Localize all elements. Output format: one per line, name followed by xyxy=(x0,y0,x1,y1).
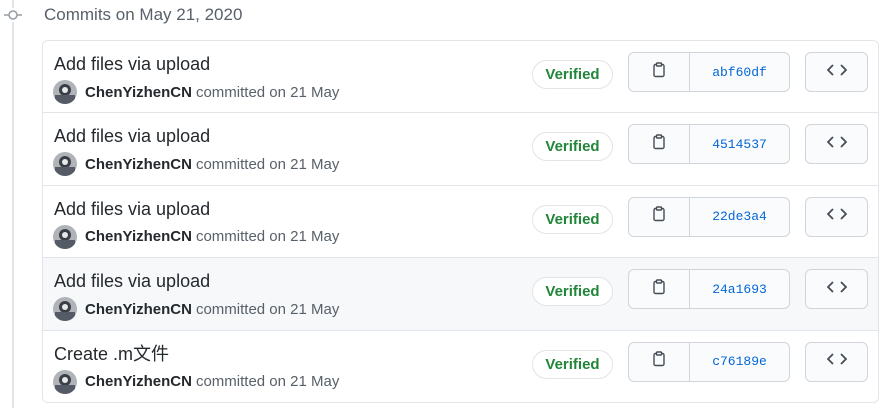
commit-title-link[interactable]: Add files via upload xyxy=(54,269,210,293)
commit-sha-link[interactable]: 22de3a4 xyxy=(690,198,789,236)
sha-button-group: 4514537 xyxy=(628,124,790,165)
clipboard-icon xyxy=(651,278,667,300)
commit-row: Add files via upload ChenYizhenCN commit… xyxy=(43,185,878,259)
verified-badge[interactable]: Verified xyxy=(532,277,613,307)
avatar[interactable] xyxy=(53,297,77,322)
author-link[interactable]: ChenYizhenCN xyxy=(85,301,192,318)
commit-sha-link[interactable]: 4514537 xyxy=(690,125,789,163)
browse-repo-button[interactable] xyxy=(805,269,868,310)
commit-date: committed on 21 May xyxy=(195,83,340,101)
code-icon xyxy=(826,135,847,154)
commit-row: Create .m文件 ChenYizhenCN committed on 21… xyxy=(43,330,878,402)
commit-title-link[interactable]: Add files via upload xyxy=(54,197,210,221)
commit-row: Add files via upload ChenYizhenCN commit… xyxy=(43,41,878,114)
clipboard-icon xyxy=(651,134,667,155)
code-icon xyxy=(826,207,847,226)
verified-badge[interactable]: Verified xyxy=(532,60,613,89)
commit-date: committed on 21 May xyxy=(195,228,340,246)
avatar[interactable] xyxy=(53,369,77,394)
commit-meta: ChenYizhenCN committed on 21 May xyxy=(53,224,339,250)
git-commit-icon xyxy=(4,8,22,22)
commit-sha-link[interactable]: abf60df xyxy=(690,53,789,91)
commit-sha-link[interactable]: c76189e xyxy=(690,343,789,381)
author-link[interactable]: ChenYizhenCN xyxy=(85,156,192,173)
copy-sha-button[interactable] xyxy=(629,197,690,236)
author-link[interactable]: ChenYizhenCN xyxy=(85,84,192,101)
commit-title-link[interactable]: Add files via upload xyxy=(54,52,210,76)
code-icon xyxy=(826,352,847,371)
commit-row: Add files via upload ChenYizhenCN commit… xyxy=(43,258,878,331)
commit-group-header: Commits on May 21, 2020 xyxy=(44,5,243,24)
commit-meta: ChenYizhenCN committed on 21 May xyxy=(53,369,339,395)
timeline-line xyxy=(12,0,14,408)
commit-list: Add files via upload ChenYizhenCN commit… xyxy=(42,40,879,403)
avatar[interactable] xyxy=(53,152,77,177)
verified-badge[interactable]: Verified xyxy=(532,349,613,379)
commit-sha-link[interactable]: 24a1693 xyxy=(690,270,789,308)
browse-repo-button[interactable] xyxy=(805,341,868,382)
code-icon xyxy=(826,280,847,299)
author-link[interactable]: ChenYizhenCN xyxy=(85,373,192,390)
verified-badge[interactable]: Verified xyxy=(532,204,613,234)
copy-sha-button[interactable] xyxy=(629,53,690,91)
commit-date: committed on 21 May xyxy=(195,300,340,318)
commit-title-link[interactable]: Add files via upload xyxy=(54,124,210,148)
clipboard-icon xyxy=(651,351,667,372)
commit-meta: ChenYizhenCN committed on 21 May xyxy=(53,151,339,177)
sha-button-group: 24a1693 xyxy=(628,269,790,310)
sha-button-group: abf60df xyxy=(628,52,790,92)
copy-sha-button[interactable] xyxy=(629,125,690,164)
code-icon xyxy=(826,63,847,82)
commit-date: committed on 21 May xyxy=(195,155,340,173)
commit-title-link[interactable]: Create .m文件 xyxy=(54,342,169,366)
commit-meta: ChenYizhenCN committed on 21 May xyxy=(53,79,339,105)
browse-repo-button[interactable] xyxy=(805,124,868,165)
browse-repo-button[interactable] xyxy=(805,196,868,237)
commit-date: committed on 21 May xyxy=(195,373,340,391)
clipboard-icon xyxy=(651,61,667,83)
author-link[interactable]: ChenYizhenCN xyxy=(85,228,192,245)
avatar[interactable] xyxy=(53,80,77,104)
browse-repo-button[interactable] xyxy=(805,52,868,92)
verified-badge[interactable]: Verified xyxy=(532,132,613,162)
copy-sha-button[interactable] xyxy=(629,342,690,381)
commit-meta: ChenYizhenCN committed on 21 May xyxy=(53,296,339,322)
sha-button-group: 22de3a4 xyxy=(628,196,790,237)
sha-button-group: c76189e xyxy=(628,341,790,382)
commit-row: Add files via upload ChenYizhenCN commit… xyxy=(43,113,878,186)
clipboard-icon xyxy=(651,206,667,227)
avatar[interactable] xyxy=(53,224,77,249)
copy-sha-button[interactable] xyxy=(629,270,690,309)
